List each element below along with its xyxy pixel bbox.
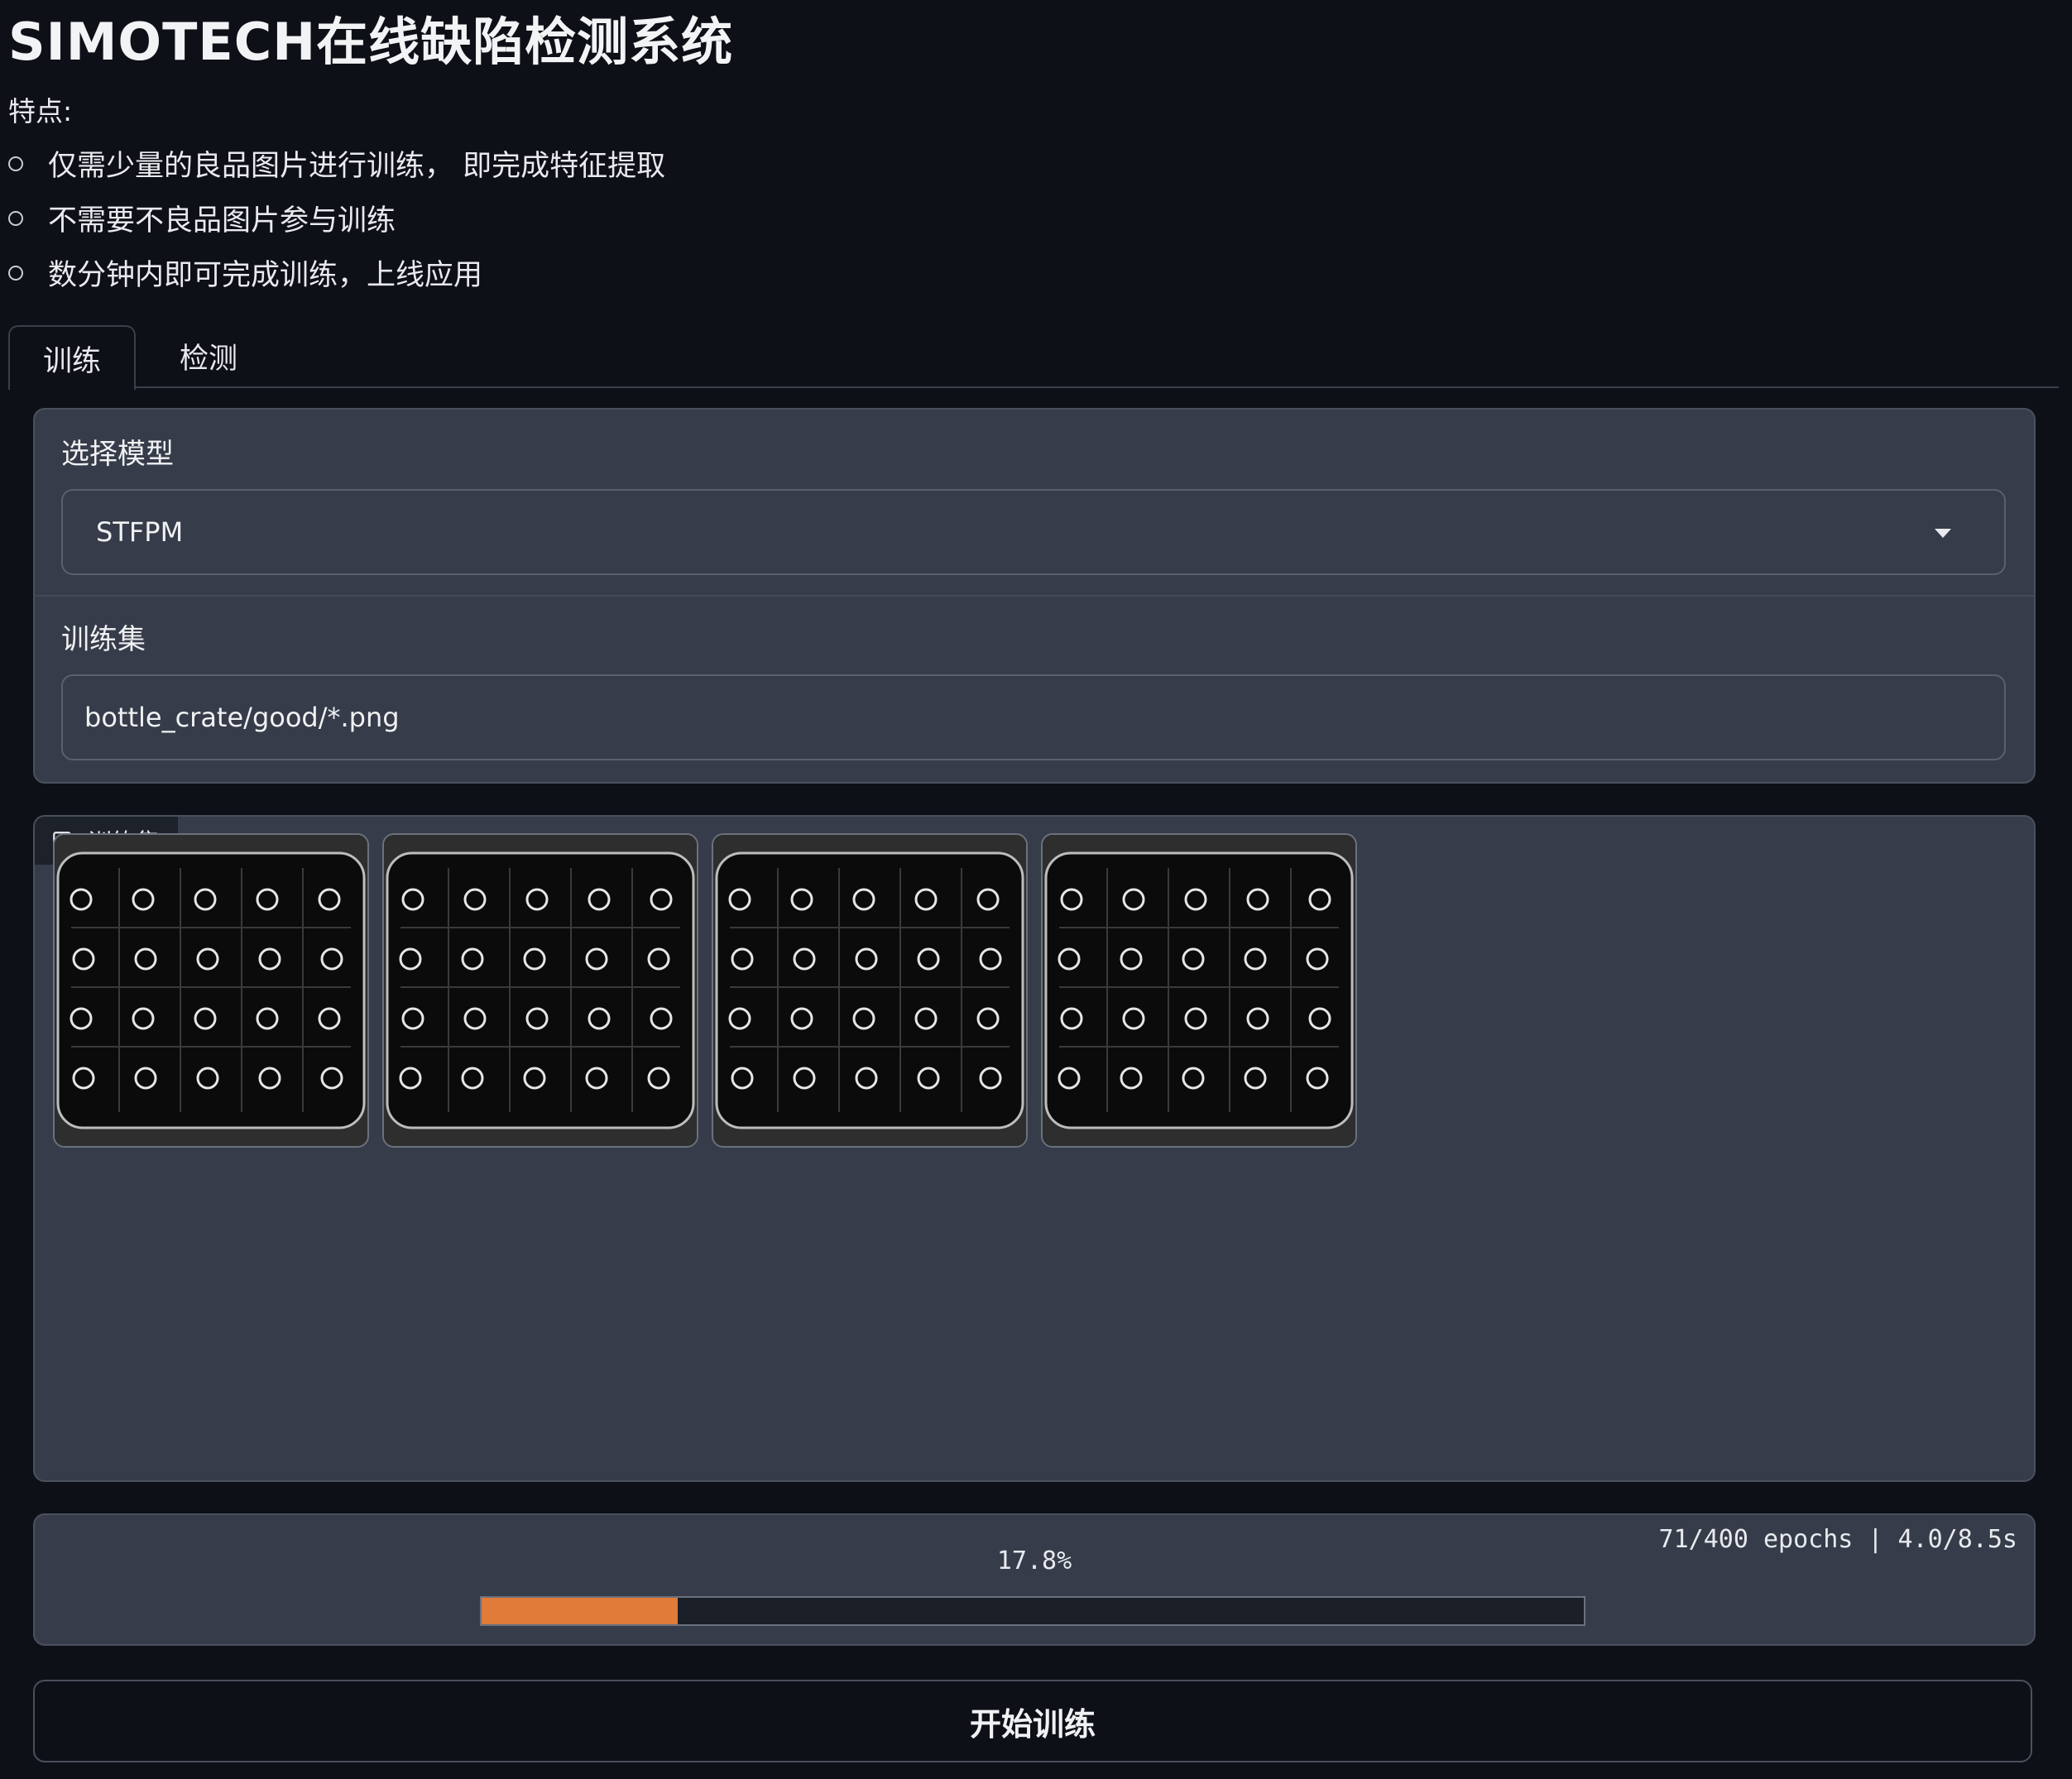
features-label: 特点: [8,95,73,127]
trainset-label: 训练集 [61,623,146,656]
model-label: 选择模型 [61,438,174,471]
feature-item: 不需要不良品图片参与训练 [8,197,396,239]
gallery-panel: 训练集 [33,815,2036,1482]
bullet-icon [8,210,23,226]
bullet-icon [8,156,23,171]
progress-panel: 71/400 epochs | 4.0/8.5s 17.8% [33,1513,2036,1646]
gallery-thumbnail[interactable] [1041,833,1357,1148]
bottle-crate-image [1043,835,1355,1146]
trainset-input[interactable]: bottle_crate/good/*.png [61,674,2006,760]
progress-percent: 17.8% [996,1546,1072,1575]
chevron-down-icon [1935,529,1951,538]
feature-text: 仅需少量的良品图片进行训练， 即完成特征提取 [48,150,666,183]
model-selected-value: STFPM [96,516,184,548]
tab-train[interactable]: 训练 [8,325,136,390]
model-select[interactable]: STFPM [61,489,2006,575]
gallery-thumbnail[interactable] [53,833,369,1148]
feature-text: 不需要不良品图片参与训练 [48,204,396,237]
tab-detect[interactable]: 检测 [159,325,258,386]
tab-bar: 训练 检测 [8,325,2059,390]
start-training-button[interactable]: 开始训练 [33,1680,2032,1762]
bottle-crate-image [55,835,367,1146]
settings-panel: 选择模型 STFPM 训练集 bottle_crate/good/*.png [33,408,2036,784]
gallery-thumbnail[interactable] [712,833,1028,1148]
bottle-crate-image [713,835,1026,1146]
gallery-thumbnail[interactable] [382,833,698,1148]
feature-item: 仅需少量的良品图片进行训练， 即完成特征提取 [8,142,665,185]
progress-track [480,1596,1585,1626]
trainset-input-value: bottle_crate/good/*.png [84,702,400,733]
page-title: SIMOTECH在线缺陷检测系统 [8,12,734,72]
bullet-icon [8,265,23,281]
progress-fill [482,1598,679,1624]
feature-item: 数分钟内即可完成训练，上线应用 [8,252,482,294]
bottle-crate-image [384,835,697,1146]
feature-text: 数分钟内即可完成训练，上线应用 [48,259,483,292]
divider [35,595,2034,597]
